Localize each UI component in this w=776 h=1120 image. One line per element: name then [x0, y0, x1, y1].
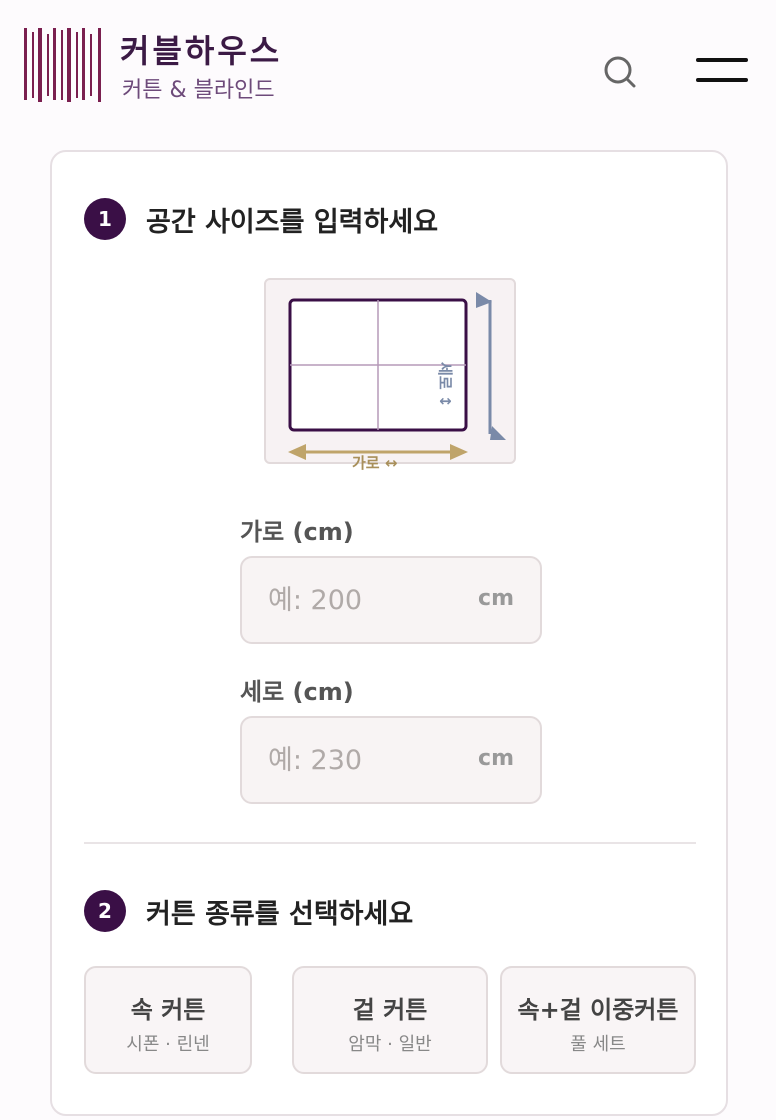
search-icon	[604, 56, 636, 88]
curtain-type-double-button[interactable]: 속+겉 이중커튼 풀 세트	[500, 966, 696, 1074]
curtain-type-inner-button[interactable]: 속 커튼 시폰 · 린넨	[84, 966, 252, 1074]
curtain-quote-card: 1 공간 사이즈를 입력하세요 가로 ↔ 세로 ↕ 가로 (cm) cm 세로 …	[50, 150, 728, 1116]
window-diagram-graphic	[288, 292, 506, 460]
step1-title: 공간 사이즈를 입력하세요	[146, 206, 439, 238]
brand-title[interactable]: 커블하우스	[120, 26, 282, 72]
curtain-type-sub: 시폰 · 린넨	[126, 1034, 210, 1055]
height-input-box[interactable]: cm	[240, 716, 542, 804]
site-header: 커블하우스 커튼 & 블라인드	[0, 0, 776, 130]
step2-header: 2 커튼 종류를 선택하세요	[84, 890, 413, 932]
diagram-height-label: 세로 ↕	[436, 362, 454, 408]
brand-logo-barcode-icon	[24, 28, 101, 102]
step2-number-badge: 2	[84, 890, 126, 932]
height-unit: cm	[478, 746, 514, 771]
curtain-type-label: 겉 커튼	[352, 996, 428, 1024]
curtain-type-label: 속 커튼	[130, 996, 206, 1024]
diagram-width-label: 가로 ↔	[352, 454, 398, 472]
menu-button[interactable]	[696, 56, 748, 86]
width-input[interactable]	[268, 580, 458, 620]
width-unit: cm	[478, 586, 514, 611]
brand-subtitle: 커튼 & 블라인드	[122, 78, 275, 103]
step2-title: 커튼 종류를 선택하세요	[146, 898, 414, 930]
step1-number-badge: 1	[84, 198, 126, 240]
curtain-type-sub: 풀 세트	[570, 1034, 626, 1055]
curtain-type-sub: 암막 · 일반	[348, 1034, 432, 1055]
curtain-type-label: 속+겉 이중커튼	[517, 996, 679, 1024]
curtain-type-outer-button[interactable]: 겉 커튼 암막 · 일반	[292, 966, 488, 1074]
window-size-diagram: 가로 ↔ 세로 ↕	[264, 278, 516, 472]
hamburger-menu-icon	[696, 58, 748, 82]
search-button[interactable]	[600, 52, 640, 92]
height-field-label: 세로 (cm)	[240, 678, 354, 706]
height-input[interactable]	[268, 740, 458, 780]
step1-header: 1 공간 사이즈를 입력하세요	[84, 198, 438, 240]
width-field-label: 가로 (cm)	[240, 518, 354, 546]
width-input-box[interactable]: cm	[240, 556, 542, 644]
section-divider	[84, 842, 696, 844]
